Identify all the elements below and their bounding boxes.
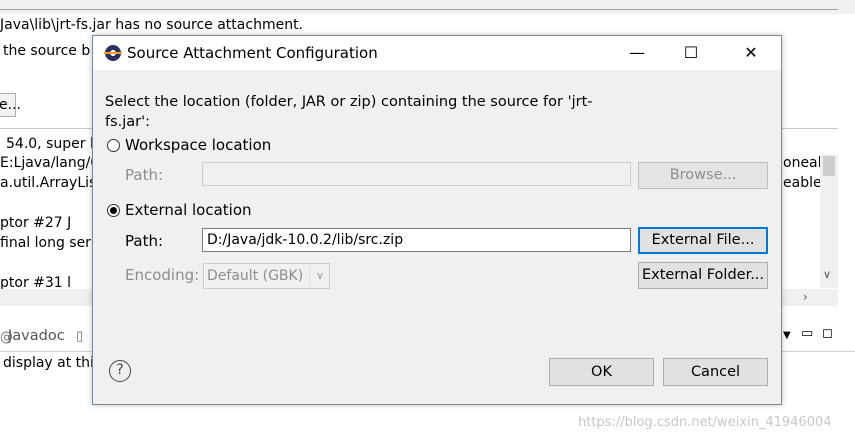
external-folder-button[interactable]: External Folder... [638,262,768,289]
close-button[interactable]: ✕ [727,36,775,70]
scroll-down-arrow-icon[interactable]: ∨ [823,268,831,281]
no-source-message: Java\lib\jrt-fs.jar has no source attach… [0,17,304,33]
watermark: https://blog.csdn.net/weixin_41946004 [578,415,832,430]
eclipse-logo-icon [104,45,122,61]
bytecode-line: a.util.ArrayLis [0,175,97,191]
attach-source-hint: the source b [3,43,91,59]
bytecode-line: 54.0, super l [6,136,94,152]
view-menu-icon[interactable]: ▼ [783,330,791,341]
bytecode-line: ptor #27 J [0,215,72,231]
attach-source-button-label: e... [0,97,21,113]
editor-top-divider [0,9,838,10]
workspace-path-input[interactable] [202,162,631,186]
minimize-button[interactable]: — [613,36,661,70]
workspace-location-label[interactable]: Workspace location [125,136,271,154]
declaration-tab-icon[interactable]: ▯ [76,329,83,344]
dialog-description: Select the location (folder, JAR or zip)… [105,94,593,130]
browse-button[interactable]: Browse... [638,162,768,189]
encoding-select[interactable]: Default (GBK) ∨ [203,263,330,289]
maximize-button[interactable]: ☐ [667,36,715,70]
javadoc-content: display at thi [3,355,94,371]
chevron-down-icon: ∨ [315,269,324,282]
dialog-title: Source Attachment Configuration [127,44,378,62]
external-location-label[interactable]: External location [125,201,252,219]
scroll-right-arrow-icon[interactable]: › [803,290,808,304]
attach-source-button[interactable]: e... [0,93,21,117]
cancel-button[interactable]: Cancel [663,358,768,386]
maximize-view-icon[interactable]: ◻ [822,326,833,341]
bytecode-line: final long ser [0,235,91,251]
tab-javadoc[interactable]: Javadoc [8,328,65,344]
editor-top-strip [0,0,855,14]
bytecode-line-right: eable [783,175,822,191]
bytecode-line-right: oneal [783,155,822,171]
minimize-view-icon[interactable]: ▭ [801,326,813,341]
encoding-label: Encoding: [125,266,200,284]
external-path-label: Path: [125,232,164,250]
ok-button[interactable]: OK [549,358,654,386]
help-icon[interactable]: ? [109,360,131,382]
editor-scroll-thumb[interactable] [823,156,835,176]
external-location-radio[interactable] [107,204,120,217]
external-file-button[interactable]: External File... [638,227,768,254]
external-path-input[interactable]: D:/Java/jdk-10.0.2/lib/src.zip [202,228,631,252]
workspace-path-label: Path: [125,166,164,184]
bytecode-line: E:Ljava/lang/C [0,155,101,171]
combo-separator [309,267,310,285]
encoding-value: Default (GBK) [207,268,304,284]
workspace-location-radio[interactable] [107,139,120,152]
source-attachment-dialog: Source Attachment Configuration — ☐ ✕ Se… [92,35,782,405]
